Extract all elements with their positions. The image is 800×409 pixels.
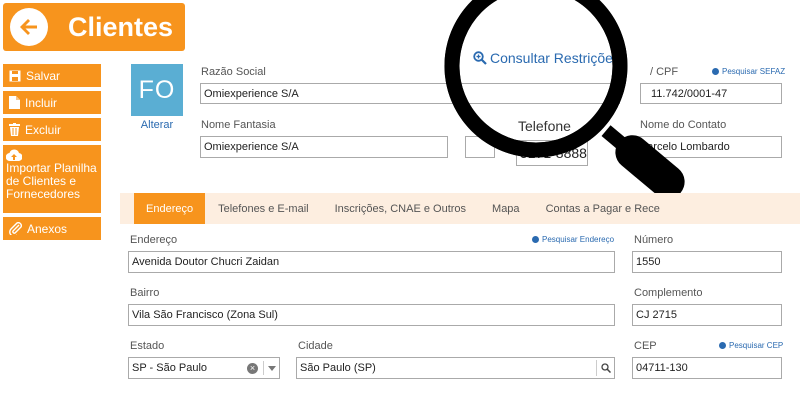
tab-bar: Endereço Telefones e E-mail Inscrições, … [120,193,800,224]
add-button[interactable]: Incluir [3,91,101,114]
pesquisar-sefaz-link[interactable]: Pesquisar SEFAZ [712,67,785,76]
page-title: Clientes [68,11,174,42]
clear-icon[interactable]: × [247,362,258,374]
back-button[interactable] [10,8,48,46]
tab-contas[interactable]: Contas a Pagar e Rece [533,193,673,224]
cidade-label: Cidade [298,340,333,352]
import-spreadsheet-button[interactable]: Importar Planilha de Clientes e Forneced… [3,145,101,213]
trash-icon [9,123,20,136]
globe-icon [712,68,719,75]
pesquisar-endereco-label: Pesquisar Endereço [542,235,615,244]
estado-value: SP - São Paulo [132,362,208,374]
add-label: Incluir [25,95,58,110]
globe-icon [719,342,726,349]
estado-select[interactable]: SP - São Paulo × [128,357,280,379]
cep-label: CEP [634,340,657,352]
save-icon [9,70,21,81]
complemento-label: Complemento [634,287,703,299]
estado-label: Estado [130,340,165,352]
nome-fantasia-field[interactable]: Omiexperience S/A [200,136,448,158]
pesquisar-endereco-link[interactable]: Pesquisar Endereço [532,235,614,244]
cep-field[interactable]: 04711-130 [632,357,782,379]
razao-social-label: Razão Social [201,66,266,78]
save-label: Salvar [26,68,61,83]
endereco-label: Endereço [130,234,178,246]
import-label: Importar Planilha de Clientes e Forneced… [6,161,97,201]
attachments-label: Anexos [27,221,68,236]
numero-label: Número [634,234,674,246]
bairro-label: Bairro [130,287,160,299]
chevron-down-icon[interactable] [268,365,276,371]
save-button[interactable]: Salvar [3,64,101,87]
numero-field[interactable]: 1550 [632,251,782,273]
pesquisar-sefaz-label: Pesquisar SEFAZ [722,67,786,76]
tab-inscricoes[interactable]: Inscrições, CNAE e Outros [322,193,479,224]
magnifying-glass-icon [444,0,685,199]
change-logo-link[interactable]: Alterar [131,119,183,131]
company-logo: FO [131,64,183,116]
cidade-field[interactable]: São Paulo (SP) [296,357,615,379]
paperclip-icon [9,222,22,235]
delete-label: Excluir [25,122,62,137]
endereco-field[interactable]: Avenida Doutor Chucri Zaidan [128,251,615,273]
cloud-upload-icon [6,149,22,161]
attachments-button[interactable]: Anexos [3,217,101,240]
delete-button[interactable]: Excluir [3,118,101,141]
tab-telefones[interactable]: Telefones e E-mail [205,193,322,224]
tab-mapa[interactable]: Mapa [479,193,533,224]
nome-fantasia-label: Nome Fantasia [201,119,276,131]
document-icon [9,96,20,109]
complemento-field[interactable]: CJ 2715 [632,304,782,326]
tab-endereco[interactable]: Endereço [134,193,206,224]
globe-icon [532,236,539,243]
search-icon[interactable] [596,360,611,376]
pesquisar-cep-label: Pesquisar CEP [729,341,784,350]
pesquisar-cep-link[interactable]: Pesquisar CEP [719,341,783,350]
cidade-value: São Paulo (SP) [300,362,376,374]
page-header: Clientes [3,3,185,51]
arrow-left-icon [20,19,37,35]
bairro-field[interactable]: Vila São Francisco (Zona Sul) [128,304,615,326]
